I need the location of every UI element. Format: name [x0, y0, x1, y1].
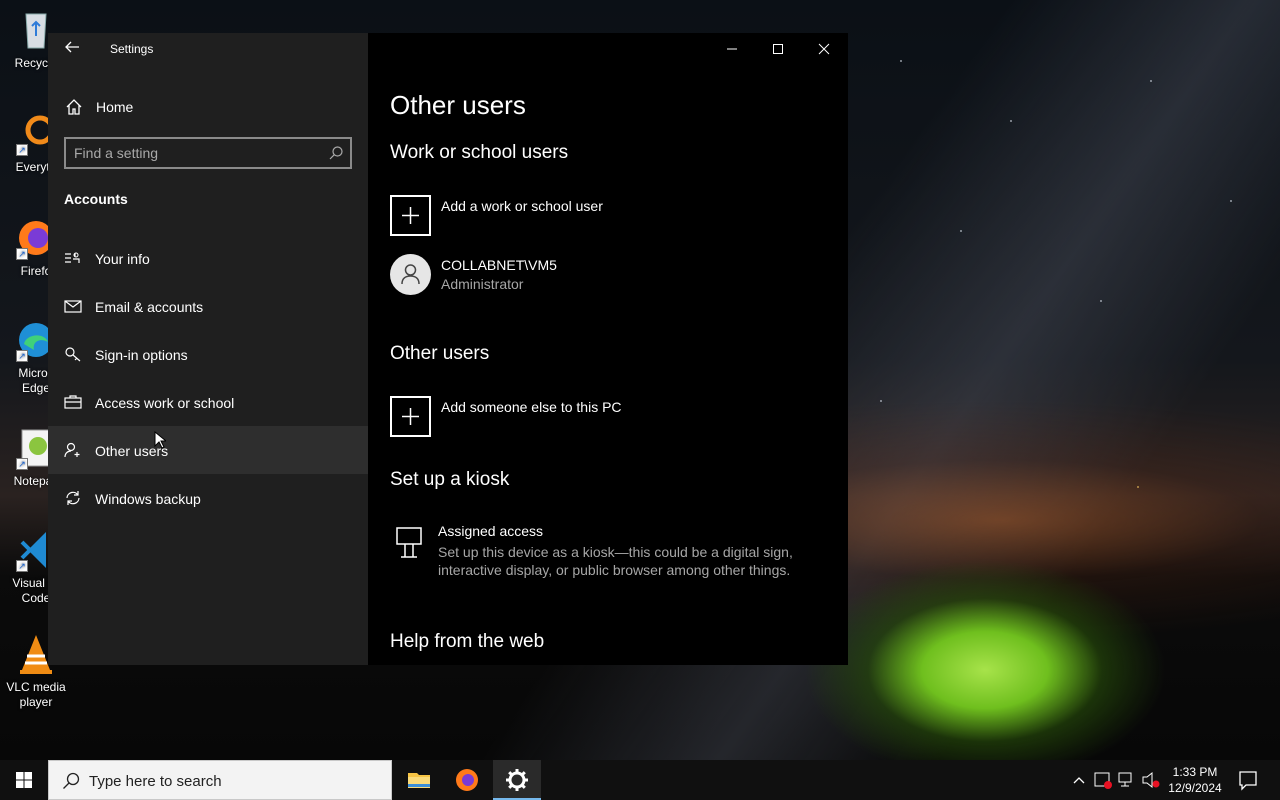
taskbar-search-box[interactable]: Type here to search: [48, 760, 392, 800]
sidebar-item-label: Home: [96, 99, 134, 115]
taskbar-search-placeholder: Type here to search: [89, 773, 222, 790]
window-title: Settings: [110, 42, 154, 56]
network-icon: [1118, 772, 1132, 787]
shortcut-arrow-icon: ↗: [16, 248, 28, 260]
contact-card-icon: [65, 252, 80, 263]
kiosk-icon: [396, 527, 422, 558]
sidebar-item-home[interactable]: Home: [48, 91, 368, 123]
clock-date: 12/9/2024: [1168, 781, 1222, 795]
page-title: Other users: [390, 90, 526, 120]
start-button[interactable]: [0, 760, 48, 800]
taskbar: Type here to search 1:33 PM 12/9/2024: [0, 760, 1280, 800]
search-icon: [63, 772, 80, 789]
assigned-access-link[interactable]: Assigned access Set up this device as a …: [390, 523, 830, 583]
network-status[interactable]: [1116, 760, 1138, 800]
file-explorer-icon: [408, 773, 430, 788]
add-someone-else-label: Add someone else to this PC: [441, 399, 622, 415]
sync-icon: [66, 491, 80, 505]
other-users-heading: Other users: [390, 343, 490, 364]
mouse-cursor-icon: [154, 431, 166, 449]
avatar: [390, 254, 431, 295]
add-work-school-user-button[interactable]: Add a work or school user: [390, 195, 750, 237]
show-hidden-icons-button[interactable]: [1068, 760, 1090, 800]
shortcut-arrow-icon: ↗: [16, 560, 28, 572]
firefox-icon: [456, 769, 478, 791]
person-icon: [401, 264, 420, 285]
title-bar[interactable]: Settings: [48, 33, 368, 65]
tray-app-icon[interactable]: [1092, 760, 1114, 800]
assigned-access-title: Assigned access: [438, 523, 544, 539]
find-setting-search[interactable]: [64, 137, 352, 169]
shortcut-arrow-icon: ↗: [16, 350, 28, 362]
user-name: COLLABNET\VM5: [441, 257, 557, 273]
shortcut-arrow-icon: ↗: [16, 458, 28, 470]
user-role: Administrator: [441, 276, 524, 292]
volume-muted-icon: [1142, 771, 1160, 789]
plus-icon: [390, 396, 431, 437]
sidebar-item-other-users[interactable]: Other users: [48, 426, 368, 474]
clock-time: 1:33 PM: [1172, 765, 1218, 779]
sidebar-item-label: Your info: [95, 251, 150, 267]
mail-icon: [64, 300, 82, 313]
maximize-icon: [773, 44, 783, 54]
plus-icon: [390, 195, 431, 236]
action-center-button[interactable]: [1232, 760, 1264, 800]
search-icon: [329, 146, 343, 160]
taskbar-clock[interactable]: 1:33 PM 12/9/2024: [1160, 764, 1230, 796]
briefcase-icon: [64, 395, 82, 409]
sidebar-section-title: Accounts: [64, 191, 128, 207]
home-icon: [66, 99, 82, 115]
help-heading: Help from the web: [390, 631, 545, 652]
kiosk-heading: Set up a kiosk: [390, 469, 510, 490]
close-button[interactable]: [801, 33, 847, 65]
notification-icon: [1239, 771, 1257, 791]
sidebar-item-email-accounts[interactable]: Email & accounts: [48, 282, 368, 330]
shortcut-arrow-icon: ↗: [16, 144, 28, 156]
add-someone-else-button[interactable]: Add someone else to this PC: [390, 396, 750, 438]
taskbar-file-explorer[interactable]: [395, 760, 443, 800]
search-input[interactable]: [74, 144, 314, 162]
sidebar-item-label: Access work or school: [95, 395, 235, 411]
sidebar-item-label: Email & accounts: [95, 299, 204, 315]
user-account-row[interactable]: COLLABNET\VM5 Administrator: [390, 254, 750, 298]
assigned-access-description: Set up this device as a kiosk—this could…: [438, 544, 793, 578]
sidebar-item-label: Sign-in options: [95, 347, 188, 363]
volume-control[interactable]: [1140, 760, 1162, 800]
add-work-school-user-label: Add a work or school user: [441, 198, 603, 214]
security-warning-icon: [1094, 772, 1112, 789]
back-arrow-icon: [65, 41, 79, 53]
settings-sidebar: Settings Home Accounts Your info Email &…: [48, 33, 368, 665]
sidebar-item-your-info[interactable]: Your info: [48, 234, 368, 282]
add-person-icon: [64, 442, 80, 458]
back-button[interactable]: [60, 39, 84, 59]
close-icon: [818, 43, 830, 55]
work-school-heading: Work or school users: [390, 142, 569, 163]
minimize-button[interactable]: [709, 33, 755, 65]
sidebar-item-windows-backup[interactable]: Windows backup: [48, 474, 368, 522]
sidebar-item-access-work-school[interactable]: Access work or school: [48, 378, 368, 426]
windows-logo-icon: [16, 772, 32, 788]
sidebar-item-sign-in-options[interactable]: Sign-in options: [48, 330, 368, 378]
taskbar-firefox[interactable]: [443, 760, 491, 800]
settings-window: Settings Home Accounts Your info Email &…: [48, 33, 848, 665]
chevron-up-icon: [1073, 777, 1085, 784]
maximize-button[interactable]: [755, 33, 801, 65]
taskbar-settings[interactable]: [493, 760, 541, 800]
sidebar-item-label: Windows backup: [95, 491, 201, 507]
key-icon: [65, 347, 81, 362]
settings-gear-icon: [506, 769, 528, 791]
minimize-icon: [727, 48, 737, 50]
